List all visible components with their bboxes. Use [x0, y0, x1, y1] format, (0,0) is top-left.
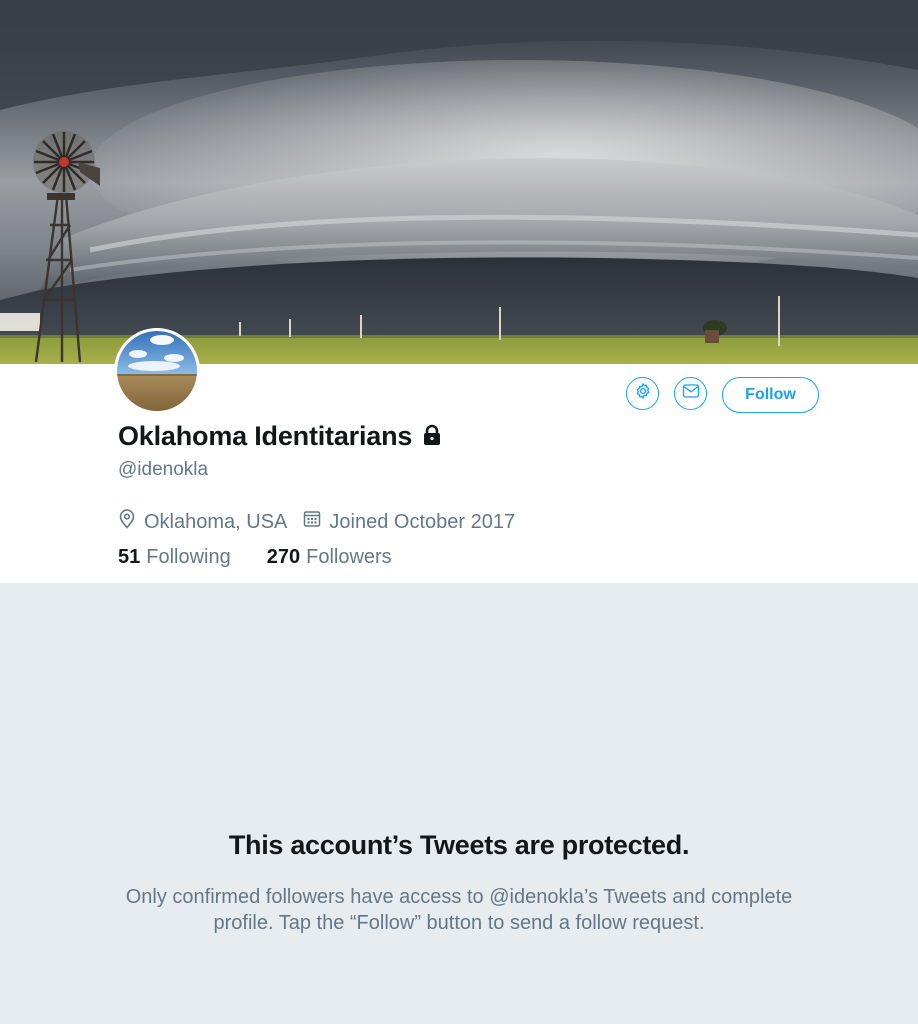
- protected-notice-body: Only confirmed followers have access to …: [125, 886, 793, 934]
- following-link[interactable]: 51 Following: [118, 546, 231, 569]
- joined-text: Joined October 2017: [329, 510, 516, 533]
- following-label: Following: [146, 546, 231, 568]
- followers-count: 270: [266, 546, 301, 568]
- profile-banner-image[interactable]: [0, 0, 918, 364]
- location-pin-icon: [118, 509, 136, 535]
- settings-button[interactable]: [626, 377, 659, 410]
- display-name: Oklahoma Identitarians: [118, 421, 413, 451]
- profile-meta: Oklahoma, USA Joined October 2017: [118, 509, 531, 535]
- profile-avatar[interactable]: [114, 328, 200, 414]
- location-text: Oklahoma, USA: [144, 510, 288, 533]
- profile-stats: 51 Following 270 Followers: [118, 546, 428, 569]
- gear-icon: [634, 382, 652, 405]
- calendar-icon: [303, 510, 321, 534]
- profile-page: Follow Oklahoma Identitarians @idenokla …: [0, 0, 918, 1024]
- joined-item: Joined October 2017: [303, 510, 515, 534]
- envelope-icon: [682, 383, 700, 404]
- protected-notice-title: This account’s Tweets are protected.: [228, 830, 690, 860]
- display-name-row: Oklahoma Identitarians: [118, 421, 443, 452]
- followers-link[interactable]: 270 Followers: [267, 546, 392, 569]
- profile-handle: @idenokla: [118, 459, 209, 480]
- following-count: 51: [118, 546, 141, 568]
- follow-button[interactable]: Follow: [722, 377, 819, 413]
- location-item: Oklahoma, USA: [118, 509, 287, 535]
- followers-label: Followers: [306, 546, 392, 568]
- lock-icon: [421, 424, 443, 451]
- direct-message-button[interactable]: [674, 377, 707, 410]
